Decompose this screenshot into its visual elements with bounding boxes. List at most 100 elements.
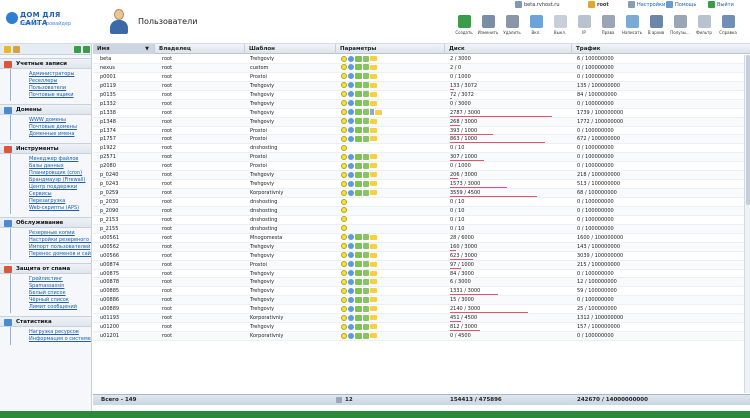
table-row[interactable]: u00874 root Prostoi 97 / 1000 215 / 10000000…: [93, 260, 750, 270]
sidebar-item[interactable]: WWW домены: [29, 117, 91, 124]
sidebar-item[interactable]: Нагрузка ресурсов: [29, 329, 91, 336]
sidebar-item[interactable]: Базы данных: [29, 163, 91, 170]
table-row[interactable]: p_2153 root dnshosting 0 / 10 0 / 100000000: [93, 216, 750, 225]
table-row[interactable]: u01200 root Trehgoviy 812 / 3000 157 / 10000…: [93, 323, 750, 333]
scrollbar-thumb[interactable]: [746, 55, 750, 205]
sidebar-item[interactable]: Реселлеры: [29, 78, 91, 85]
sidebar-item[interactable]: Доменные имена: [29, 131, 91, 138]
toolbar-rights-button[interactable]: Права: [596, 15, 620, 41]
table-row[interactable]: u00566 root Trehgoviy 623 / 3000 3039 / 1000…: [93, 252, 750, 261]
sidebar-item[interactable]: Перенос доменов и сайт: [29, 251, 91, 258]
sidebar-item[interactable]: Планировщик (cron): [29, 170, 91, 177]
sidebar-item[interactable]: Перезагрузка: [29, 198, 91, 205]
table-row[interactable]: p_2090 root dnshosting 0 / 10 0 / 100000000: [93, 206, 750, 216]
toolbar-create-button[interactable]: Создать: [452, 15, 476, 41]
table-row[interactable]: p0135 root Trehgoviy 72 / 3072 84 / 10000000…: [93, 91, 750, 100]
logo[interactable]: ДОМ ДЛЯ САЙТА хостинг-провайдер: [6, 10, 76, 34]
col-template-header[interactable]: Шаблон: [245, 44, 336, 54]
table-row[interactable]: p_2030 root dnshosting 0 / 10 0 / 100000000: [93, 198, 750, 207]
sidebar-section-header[interactable]: Статистика: [0, 316, 91, 327]
sidebar-item[interactable]: Почтовые ящики: [29, 92, 91, 99]
sidebar-item[interactable]: Брандмауэр (Firewall): [29, 177, 91, 184]
sidebar-section-header[interactable]: Защита от спама: [0, 263, 91, 274]
table-row[interactable]: p_0243 root Trehgoviy 1573 / 3000 513 / 1000…: [93, 180, 750, 190]
sidebar-item[interactable]: Центр поддержки: [29, 184, 91, 191]
sidebar-item[interactable]: Spamassassin: [29, 283, 91, 290]
toolbar-edit-button[interactable]: Изменить: [476, 15, 500, 41]
table-row[interactable]: p1332 root Trehgoviy 0 / 3000 0 / 100000000: [93, 99, 750, 109]
sidebar-item[interactable]: Менеджер файлов: [29, 156, 91, 163]
table-row[interactable]: p0001 root Prostoi 0 / 1000 0 / 100000000: [93, 73, 750, 82]
current-user[interactable]: root: [588, 1, 609, 11]
toolbar-ip-button[interactable]: IP: [572, 15, 596, 41]
sidebar-item[interactable]: Информация о системе: [29, 336, 91, 343]
toolbar-login-button[interactable]: В архив: [644, 15, 668, 41]
table-row[interactable]: u00875 root Trehgoviy 84 / 3000 0 / 10000000…: [93, 270, 750, 279]
col-traffic-header[interactable]: Трафик: [572, 44, 750, 54]
toolbar-delete-button[interactable]: Удалить: [500, 15, 524, 41]
table-row[interactable]: p2080 root Prostoi 0 / 1000 0 / 100000000: [93, 162, 750, 172]
col-name-header[interactable]: Имя ▼: [93, 44, 155, 54]
table-scrollbar[interactable]: [744, 55, 750, 393]
expand-icon[interactable]: [74, 46, 81, 53]
toolbar-help-button[interactable]: Справка: [716, 15, 740, 41]
sidebar-item[interactable]: Резервные копии: [29, 230, 91, 237]
table-row[interactable]: p1374 root Prostoi 393 / 1000 0 / 100000000: [93, 127, 750, 136]
table-row[interactable]: u00885 root Trehgoviy 1331 / 3000 59 / 10000…: [93, 287, 750, 297]
sidebar-item[interactable]: Почтовые домены: [29, 124, 91, 131]
sidebar-item[interactable]: Настройки резервного копирования: [29, 237, 91, 244]
sidebar-item[interactable]: Чёрный список: [29, 297, 91, 304]
sidebar-item[interactable]: Импорт пользователей: [29, 244, 91, 251]
sidebar-item[interactable]: Администраторы: [29, 71, 91, 78]
sidebar-item[interactable]: Белый список: [29, 290, 91, 297]
sidebar-section-header[interactable]: Учетные записи: [0, 58, 91, 69]
collapse-icon[interactable]: [83, 46, 90, 53]
sidebar-section-header[interactable]: Обслуживание: [0, 217, 91, 228]
cell-template: Trehgoviy: [250, 91, 275, 98]
cell-owner: root: [162, 91, 173, 98]
col-owner-header[interactable]: Владелец: [155, 44, 245, 54]
table-row[interactable]: p_0259 root Korporativniy 3559 / 4500 68 / 1…: [93, 189, 750, 198]
table-row[interactable]: nexus root custom 2 / 0 0 / 100000000: [93, 63, 750, 73]
toolbar-filter-button[interactable]: Фильтр: [692, 15, 716, 41]
toolbar-columns-button[interactable]: Полузы...: [668, 15, 692, 41]
cell-disk: 1573 / 3000: [445, 180, 575, 189]
table-row[interactable]: beta root Trehgoviy 2 / 3000 6 / 100000000: [93, 55, 750, 64]
sidebar-section-header[interactable]: Домены: [0, 104, 91, 115]
folder-icon[interactable]: [13, 46, 20, 53]
table-row[interactable]: p1338 root Trehgoviy 2787 / 3000 1739 / 1000…: [93, 109, 750, 118]
toolbar-disable-button[interactable]: Выкл.: [548, 15, 572, 41]
sidebar-item[interactable]: Web-скрипты (APS): [29, 205, 91, 212]
toolbar-message-button[interactable]: Написать: [620, 15, 644, 41]
sidebar-section-header[interactable]: Инструменты: [0, 143, 91, 154]
col-params-header[interactable]: Параметры: [336, 44, 445, 54]
sidebar-item[interactable]: Сервисы: [29, 191, 91, 198]
table-row[interactable]: u00886 root Trehgoviy 15 / 3000 0 / 10000000…: [93, 296, 750, 306]
table-row[interactable]: p_0240 root Trehgoviy 206 / 3000 218 / 10000…: [93, 171, 750, 181]
table-row[interactable]: p_2155 root dnshosting 0 / 10 0 / 100000000: [93, 224, 750, 234]
table-row[interactable]: p1757 root Prostoi 863 / 1000 672 / 10000000…: [93, 135, 750, 145]
table-row[interactable]: u00889 root Trehgoviy 2140 / 3000 25 / 10000…: [93, 305, 750, 315]
table-row[interactable]: u01193 root Korporativniy 451 / 4500 1312 / …: [93, 314, 750, 324]
table-row[interactable]: u00878 root Trehgoviy 6 / 3000 12 / 10000000…: [93, 278, 750, 288]
table-row[interactable]: p2571 root Prostoi 307 / 1000 0 / 100000000: [93, 153, 750, 163]
help-link[interactable]: Помощь: [666, 1, 696, 11]
disk-usage-text: 2 / 3000: [450, 56, 471, 62]
star-icon[interactable]: [4, 46, 11, 53]
table-row[interactable]: u00562 root Trehgoviy 160 / 3000 143 / 10000…: [93, 242, 750, 252]
logout-link[interactable]: Выйти: [708, 1, 734, 11]
cell-traffic: 513 / 100000000: [577, 181, 621, 188]
settings-link[interactable]: Настройки: [628, 1, 665, 11]
table-row[interactable]: p1922 root dnshosting 0 / 10 0 / 100000000: [93, 144, 750, 154]
table-row[interactable]: u01201 root Korporativniy 0 / 4500 0 / 10000…: [93, 332, 750, 341]
table-row[interactable]: u00561 root Mnogomesta 28 / 6000 1600 / 1000…: [93, 234, 750, 243]
table-row[interactable]: p1348 root Trehgoviy 268 / 3000 1772 / 10000…: [93, 117, 750, 127]
sidebar-item[interactable]: Грейлистинг: [29, 276, 91, 283]
sidebar-item[interactable]: Пользователи: [29, 85, 91, 92]
sidebar-item[interactable]: Лимит сообщений: [29, 304, 91, 311]
folder-icon: [370, 136, 377, 142]
cell-name: u01201: [100, 333, 120, 340]
toolbar-enable-button[interactable]: Вкл.: [524, 15, 548, 41]
col-disk-header[interactable]: Диск: [445, 44, 572, 54]
table-row[interactable]: p0119 root Trehgoviy 133 / 3072 135 / 100000…: [93, 81, 750, 91]
